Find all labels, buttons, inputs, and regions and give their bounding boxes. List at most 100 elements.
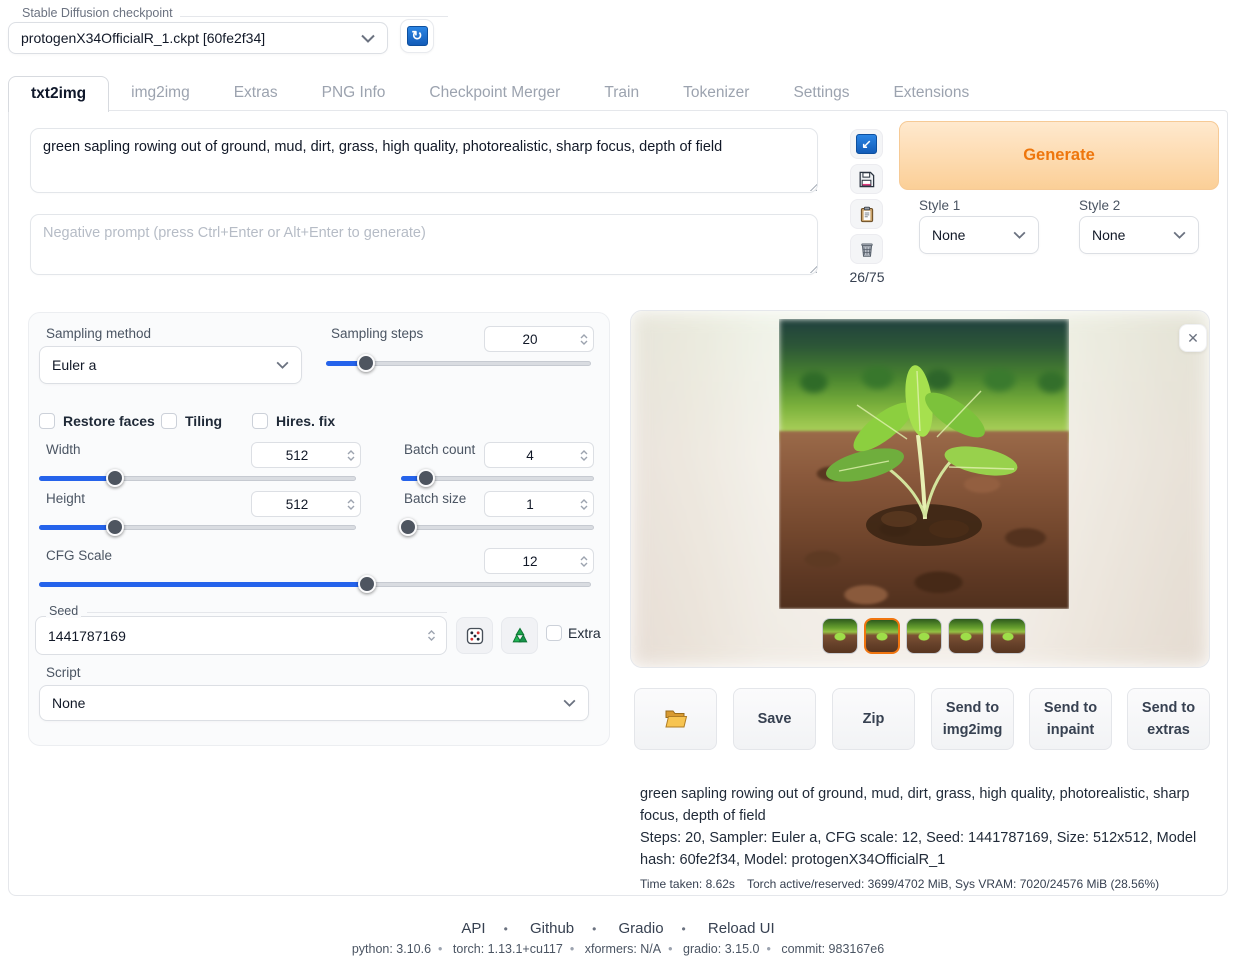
batch-count-slider[interactable] xyxy=(401,469,594,487)
stepper-arrows[interactable] xyxy=(575,492,593,516)
generated-image[interactable] xyxy=(779,319,1069,609)
api-link[interactable]: API xyxy=(461,920,485,937)
vram-stats: Torch active/reserved: 3699/4702 MiB, Sy… xyxy=(747,877,1159,891)
chevron-down-icon xyxy=(563,699,576,707)
restore-faces-checkbox[interactable] xyxy=(39,413,55,429)
batch-count-value: 4 xyxy=(485,448,575,463)
reuse-seed-button[interactable] xyxy=(501,617,538,654)
paste-generation-params-button[interactable]: ↙ xyxy=(850,129,883,159)
width-input[interactable]: 512 xyxy=(251,442,361,468)
sampling-steps-input[interactable]: 20 xyxy=(484,326,594,352)
arrow-down-left-icon: ↙ xyxy=(856,134,877,154)
stepper-arrows[interactable] xyxy=(575,327,593,351)
open-folder-icon xyxy=(664,709,688,729)
thumbnail-3[interactable] xyxy=(906,618,942,654)
sampling-steps-slider[interactable] xyxy=(326,354,591,372)
sapling-illustration xyxy=(779,319,1069,609)
trash-icon xyxy=(858,240,876,259)
tab-png-info[interactable]: PNG Info xyxy=(300,76,408,111)
extra-seed-label: Extra xyxy=(568,625,601,641)
bullet: • xyxy=(570,942,574,956)
prompt-input[interactable]: green sapling rowing out of ground, mud,… xyxy=(30,128,818,193)
close-gallery-button[interactable]: ✕ xyxy=(1179,324,1207,352)
thumbnail-4[interactable] xyxy=(948,618,984,654)
generation-settings-panel: Sampling method Euler a Sampling steps 2… xyxy=(28,312,610,746)
tab-extras[interactable]: Extras xyxy=(212,76,300,111)
slider-knob[interactable] xyxy=(399,518,417,536)
time-taken: Time taken: 8.62s xyxy=(640,877,735,891)
gradio-link[interactable]: Gradio xyxy=(619,920,664,937)
reload-ui-link[interactable]: Reload UI xyxy=(708,920,775,937)
send-to-inpaint-button[interactable]: Send to inpaint xyxy=(1029,688,1112,750)
batch-count-input[interactable]: 4 xyxy=(484,442,594,468)
clear-prompt-button[interactable] xyxy=(850,234,883,264)
info-performance-text: Time taken: 8.62s Torch active/reserved: … xyxy=(640,875,1215,893)
extra-seed-checkbox[interactable] xyxy=(546,625,562,641)
slider-knob[interactable] xyxy=(357,354,375,372)
slider-knob[interactable] xyxy=(358,575,376,593)
sampling-method-dropdown[interactable]: Euler a xyxy=(39,346,302,384)
chevron-down-icon xyxy=(1173,231,1186,239)
save-image-button[interactable]: Save xyxy=(733,688,816,750)
tab-txt2img[interactable]: txt2img xyxy=(8,76,109,112)
checkpoint-label: Stable Diffusion checkpoint xyxy=(18,6,177,20)
thumbnail-5[interactable] xyxy=(990,618,1026,654)
batch-size-label: Batch size xyxy=(404,491,466,506)
style2-value: None xyxy=(1092,227,1125,243)
stable-diffusion-webui: Stable Diffusion checkpoint protogenX34O… xyxy=(0,0,1236,966)
tiling-checkbox[interactable] xyxy=(161,413,177,429)
script-value: None xyxy=(52,695,85,711)
tab-img2img[interactable]: img2img xyxy=(109,76,212,111)
generation-info: green sapling rowing out of ground, mud,… xyxy=(640,783,1215,893)
batch-size-slider[interactable] xyxy=(401,518,594,536)
width-slider[interactable] xyxy=(39,469,356,487)
batch-size-input[interactable]: 1 xyxy=(484,491,594,517)
negative-prompt-input[interactable] xyxy=(30,214,818,275)
height-input[interactable]: 512 xyxy=(251,491,361,517)
tab-extensions[interactable]: Extensions xyxy=(871,76,991,111)
footer-links: API• Github• Gradio• Reload UI xyxy=(0,920,1236,937)
script-dropdown[interactable]: None xyxy=(39,685,589,721)
token-counter: 26/75 xyxy=(845,269,889,285)
slider-knob[interactable] xyxy=(106,469,124,487)
checkpoint-dropdown[interactable]: protogenX34OfficialR_1.ckpt [60fe2f34] xyxy=(8,22,388,54)
hires-fix-checkbox[interactable] xyxy=(252,413,268,429)
bullet: • xyxy=(682,922,686,936)
refresh-checkpoint-button[interactable]: ↻ xyxy=(400,19,434,53)
send-to-img2img-button[interactable]: Send to img2img xyxy=(931,688,1014,750)
slider-knob[interactable] xyxy=(417,469,435,487)
apply-style-button[interactable] xyxy=(850,199,883,229)
bullet: • xyxy=(438,942,442,956)
generate-button[interactable]: Generate xyxy=(899,121,1219,190)
save-style-button[interactable] xyxy=(850,164,883,194)
stepper-arrows[interactable] xyxy=(575,443,593,467)
tab-tokenizer[interactable]: Tokenizer xyxy=(661,76,771,111)
style1-dropdown[interactable]: None xyxy=(919,216,1039,254)
thumbnail-2-selected[interactable] xyxy=(864,618,900,654)
gradio-version: gradio: 3.15.0 xyxy=(683,942,759,956)
zip-button[interactable]: Zip xyxy=(832,688,915,750)
seed-input[interactable]: 1441787169 xyxy=(35,616,447,655)
stepper-arrows[interactable] xyxy=(342,492,360,516)
thumbnail-1[interactable] xyxy=(822,618,858,654)
stepper-arrows[interactable] xyxy=(575,549,593,573)
random-seed-button[interactable] xyxy=(456,617,493,654)
stepper-arrows[interactable] xyxy=(420,617,442,654)
height-label: Height xyxy=(46,491,85,506)
batch-count-label: Batch count xyxy=(404,442,475,457)
style2-dropdown[interactable]: None xyxy=(1079,216,1199,254)
height-value: 512 xyxy=(252,497,342,512)
tab-train[interactable]: Train xyxy=(582,76,661,111)
height-slider[interactable] xyxy=(39,518,356,536)
tab-checkpoint-merger[interactable]: Checkpoint Merger xyxy=(407,76,582,111)
stepper-arrows[interactable] xyxy=(342,443,360,467)
github-link[interactable]: Github xyxy=(530,920,574,937)
tab-settings[interactable]: Settings xyxy=(771,76,871,111)
cfg-scale-slider[interactable] xyxy=(39,575,591,593)
slider-knob[interactable] xyxy=(106,518,124,536)
send-to-extras-button[interactable]: Send to extras xyxy=(1127,688,1210,750)
close-icon: ✕ xyxy=(1187,330,1199,347)
cfg-scale-input[interactable]: 12 xyxy=(484,548,594,574)
open-output-folder-button[interactable] xyxy=(634,688,717,750)
python-version: python: 3.10.6 xyxy=(352,942,431,956)
